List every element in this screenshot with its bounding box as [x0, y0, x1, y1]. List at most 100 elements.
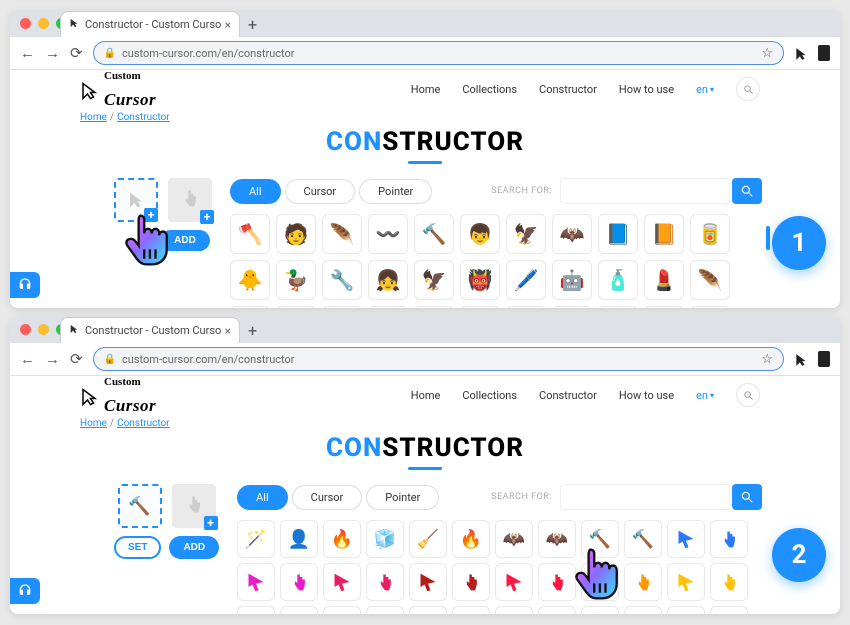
search-button[interactable] [732, 484, 762, 510]
slot-add-icon[interactable]: + [204, 516, 218, 530]
window-minimize-icon[interactable] [38, 324, 49, 335]
cursor-tile[interactable] [409, 606, 447, 614]
nav-collections[interactable]: Collections [462, 83, 517, 96]
cursor-tile[interactable]: 🗡️ [644, 306, 684, 308]
bookmark-star-icon[interactable]: ☆ [761, 46, 773, 61]
nav-howto[interactable]: How to use [619, 83, 674, 96]
cursor-tile[interactable]: 🟫 [506, 306, 546, 308]
cursor-tile[interactable]: 🔥 [452, 520, 490, 558]
cursor-tile[interactable]: 🥫 [690, 214, 730, 254]
cursor-tile[interactable]: 💄 [644, 260, 684, 300]
cursor-tile[interactable]: 🔧 [322, 260, 362, 300]
back-icon[interactable]: ← [20, 350, 35, 368]
cursor-tile[interactable] [366, 563, 404, 601]
cursor-tile[interactable]: 👤 [280, 520, 318, 558]
cursor-tile[interactable] [710, 520, 748, 558]
forward-icon[interactable]: → [45, 44, 60, 62]
cursor-tile[interactable] [710, 606, 748, 614]
cursor-tile[interactable]: 🤖 [552, 260, 592, 300]
address-bar[interactable]: 🔒 custom-cursor.com/en/constructor ☆ [93, 41, 784, 65]
new-tab-button[interactable]: + [248, 15, 257, 34]
filter-cursor[interactable]: Cursor [292, 485, 363, 510]
site-logo[interactable]: Custom Cursor [80, 376, 156, 416]
cursor-tile[interactable]: 🖌️ [322, 306, 362, 308]
cursor-tile[interactable] [538, 606, 576, 614]
cursor-tile[interactable] [237, 606, 275, 614]
cursor-tile[interactable]: 👧 [368, 260, 408, 300]
cursor-tile[interactable] [495, 563, 533, 601]
new-tab-button[interactable]: + [248, 321, 257, 340]
cursor-tile[interactable]: 🧊 [366, 520, 404, 558]
cursor-tile[interactable]: 👤 [598, 306, 638, 308]
window-close-icon[interactable] [20, 324, 31, 335]
cursor-tile[interactable] [710, 563, 748, 601]
add-button[interactable]: ADD [169, 536, 219, 559]
cursor-tile[interactable]: 🪶 [690, 260, 730, 300]
site-logo[interactable]: Custom Cursor [80, 70, 156, 110]
support-widget[interactable] [10, 578, 40, 604]
extension-batman-icon[interactable] [818, 351, 830, 367]
cursor-tile[interactable]: 🥄 [276, 306, 316, 308]
nav-constructor[interactable]: Constructor [539, 83, 597, 96]
cursor-tile[interactable] [495, 606, 533, 614]
cursor-tile[interactable]: 🧴 [598, 260, 638, 300]
cursor-tile[interactable] [237, 563, 275, 601]
support-widget[interactable] [10, 272, 40, 298]
cursor-tile[interactable]: 👤 [230, 306, 270, 308]
cursor-tile[interactable] [280, 606, 318, 614]
cursor-tile[interactable]: 📙 [644, 214, 684, 254]
cursor-tile[interactable] [667, 563, 705, 601]
browser-tab[interactable]: Constructor - Custom Cursor br × [60, 11, 240, 37]
filter-all[interactable]: All [230, 179, 281, 204]
cursor-tile[interactable]: 🧹 [409, 520, 447, 558]
nav-howto[interactable]: How to use [619, 389, 674, 402]
cursor-tile[interactable] [323, 563, 361, 601]
nav-constructor[interactable]: Constructor [539, 389, 597, 402]
cursor-tile[interactable]: 🪄 [237, 520, 275, 558]
extension-batman-icon[interactable] [818, 45, 830, 61]
cursor-tile[interactable]: 🔥 [323, 520, 361, 558]
window-minimize-icon[interactable] [38, 18, 49, 29]
bookmark-star-icon[interactable]: ☆ [761, 352, 773, 367]
cursor-tile[interactable]: 🦇 [495, 520, 533, 558]
cursor-tile[interactable] [452, 606, 490, 614]
cursor-tile[interactable]: 🦇 [552, 214, 592, 254]
cursor-tile[interactable] [323, 606, 361, 614]
cursor-tile[interactable]: 🦅 [414, 260, 454, 300]
cursor-tile[interactable] [667, 606, 705, 614]
cursor-tile[interactable] [624, 563, 662, 601]
browser-tab[interactable]: Constructor - Custom Cursor br × [60, 317, 240, 343]
reload-icon[interactable]: ⟳ [70, 44, 83, 62]
cursor-tile[interactable]: 🖊️ [506, 260, 546, 300]
address-bar[interactable]: 🔒 custom-cursor.com/en/constructor ☆ [93, 347, 784, 371]
slot-add-icon[interactable]: + [200, 210, 214, 224]
language-selector[interactable]: en ▾ [696, 83, 714, 96]
search-input[interactable] [560, 178, 730, 204]
language-selector[interactable]: en ▾ [696, 389, 714, 402]
cursor-tile[interactable]: 🦆 [276, 260, 316, 300]
site-search-button[interactable] [736, 77, 760, 101]
site-search-button[interactable] [736, 383, 760, 407]
extension-custom-cursor-icon[interactable] [794, 46, 808, 60]
cursor-tile[interactable] [452, 563, 490, 601]
cursor-tile[interactable]: 📘 [598, 214, 638, 254]
cursor-tile[interactable]: 👦 [460, 214, 500, 254]
cursor-tile[interactable]: 🔨 [414, 214, 454, 254]
cursor-tile[interactable]: 🧑 [276, 214, 316, 254]
cursor-tile[interactable]: 🎭 [552, 306, 592, 308]
tab-close-icon[interactable]: × [225, 324, 231, 338]
cursor-tile[interactable] [581, 606, 619, 614]
filter-pointer[interactable]: Pointer [359, 179, 432, 204]
reload-icon[interactable]: ⟳ [70, 350, 83, 368]
nav-home[interactable]: Home [411, 389, 441, 402]
set-button[interactable]: SET [114, 536, 161, 559]
cursor-tile[interactable]: 👹 [460, 260, 500, 300]
forward-icon[interactable]: → [45, 350, 60, 368]
cursor-tile[interactable]: 🔧 [460, 306, 500, 308]
cursor-tile[interactable]: 〰️ [368, 214, 408, 254]
cursor-tile[interactable]: 🔨 [414, 306, 454, 308]
nav-collections[interactable]: Collections [462, 389, 517, 402]
cursor-tile[interactable]: 🛡️ [368, 306, 408, 308]
extension-custom-cursor-icon[interactable] [794, 352, 808, 366]
cursor-tile[interactable]: 🐥 [230, 260, 270, 300]
